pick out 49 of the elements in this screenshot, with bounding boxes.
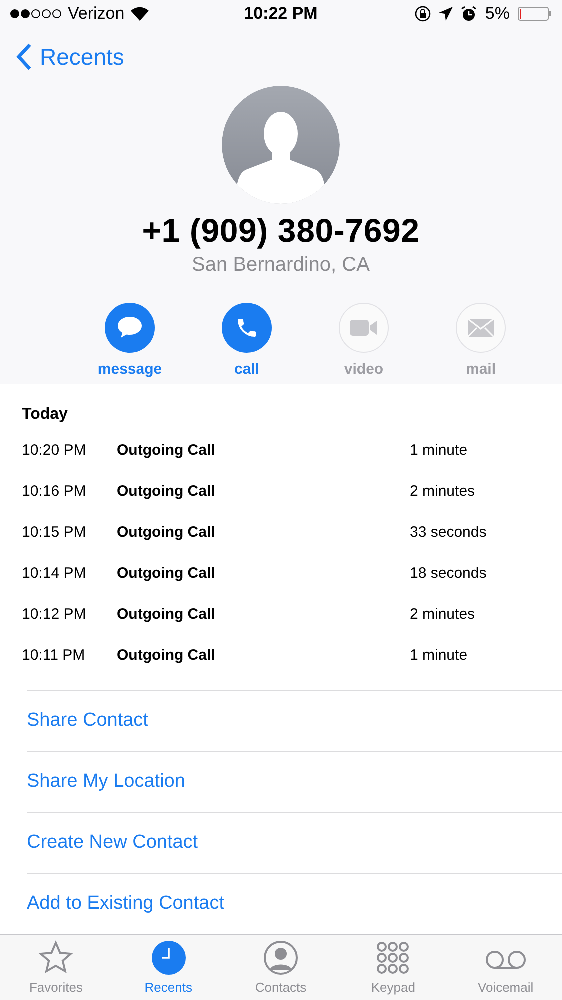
action-link[interactable]: Share My Location (27, 751, 562, 812)
signal-icon (10, 9, 62, 19)
tab-bar-item[interactable]: Recents (112, 935, 225, 1000)
back-chevron-icon (16, 43, 32, 71)
tab-bar-item[interactable]: Contacts (224, 935, 338, 1000)
action-link[interactable]: Share Contact (27, 690, 562, 752)
call-duration: 2 minutes (410, 483, 476, 500)
clock-time: 10:22 PM (244, 4, 318, 23)
wifi-icon (130, 7, 149, 21)
tab-bar-item[interactable]: Voicemail (450, 935, 562, 1000)
speech-bubble-icon (117, 316, 143, 340)
call-time: 10:20 PM (22, 442, 88, 460)
avatar-icon (222, 86, 340, 204)
location-text: San Bernardino, CA (192, 254, 370, 277)
tab-bar-item[interactable]: Keypad (337, 935, 450, 1000)
call-type: Outgoing Call (117, 524, 216, 542)
call-time: 10:16 PM (22, 483, 88, 500)
call-duration: 1 minute (410, 442, 469, 460)
call-time: 10:15 PM (22, 524, 88, 542)
star-icon (38, 940, 74, 976)
tab-bar-item[interactable]: Favorites (0, 935, 112, 1000)
envelope-icon (468, 319, 494, 337)
back-link[interactable]: Recents (16, 43, 124, 71)
battery-icon (518, 7, 552, 21)
battery-percent: 5% (485, 4, 510, 24)
call-type: Outgoing Call (117, 442, 216, 460)
call-duration: 2 minutes (410, 606, 476, 624)
person-icon (263, 940, 300, 976)
phone-number: +1 (909) 380-7692 (142, 212, 420, 250)
keypad-icon (375, 940, 412, 976)
carrier-name: Verizon (68, 4, 125, 24)
call-duration: 18 seconds (410, 565, 488, 582)
clock-icon (150, 940, 187, 976)
phone-icon (235, 316, 259, 340)
rotation-lock-icon (415, 6, 432, 22)
call-type: Outgoing Call (117, 483, 216, 500)
video-camera-icon (350, 319, 378, 337)
alarm-icon (461, 6, 478, 22)
call-time: 10:14 PM (22, 565, 88, 582)
call-time: 10:11 PM (22, 647, 86, 664)
call-type: Outgoing Call (117, 606, 216, 624)
section-heading: Today (22, 406, 69, 426)
action-link[interactable]: Create New Contact (27, 812, 562, 874)
call-time: 10:12 PM (22, 606, 88, 624)
call-duration: 1 minute (410, 647, 469, 664)
location-arrow-icon (439, 7, 454, 21)
call-type: Outgoing Call (117, 565, 216, 582)
call-duration: 33 seconds (410, 524, 488, 542)
call-type: Outgoing Call (117, 647, 216, 664)
